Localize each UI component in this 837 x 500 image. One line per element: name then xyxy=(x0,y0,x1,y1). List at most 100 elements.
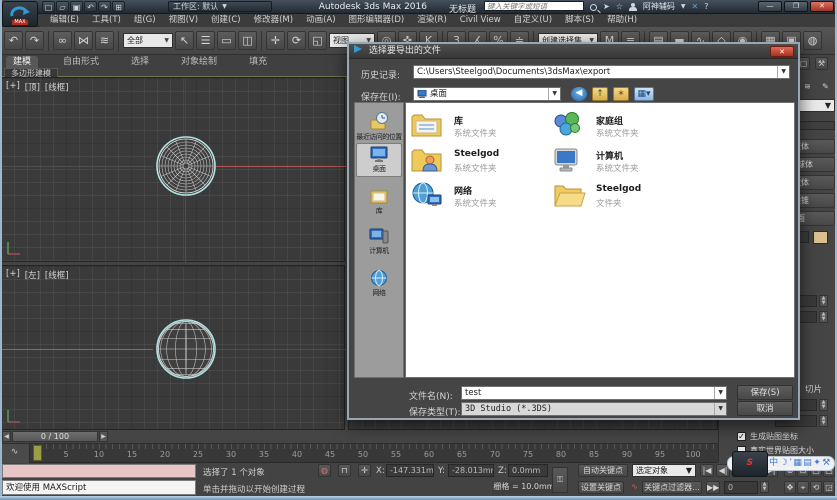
create-new-folder-icon[interactable]: ✶ xyxy=(613,87,629,101)
place-network[interactable]: 网络 xyxy=(356,269,402,298)
project-folder-icon[interactable]: ⊞ xyxy=(112,1,125,12)
ribbon-tab[interactable]: 填充 xyxy=(242,56,274,69)
render-production-icon[interactable]: ◍ xyxy=(803,31,822,50)
viewport-menu-shading[interactable]: [线框] xyxy=(45,269,69,281)
help-icon[interactable]: ? xyxy=(704,2,708,12)
menu-item[interactable]: 工具(T) xyxy=(86,14,127,27)
open-file-icon[interactable]: ▱ xyxy=(56,1,69,12)
viewport-menu-shading[interactable]: [线框] xyxy=(45,81,69,93)
selection-filter-dropdown[interactable]: 全部▼ xyxy=(123,33,173,48)
mini-curve-editor-button[interactable]: ∿ xyxy=(0,444,30,463)
selection-lock-icon[interactable]: ⊓ xyxy=(338,464,351,477)
save-file-icon[interactable]: ▣ xyxy=(70,1,83,12)
generate-mapping-checkbox[interactable]: ✓ 生成贴图坐标 xyxy=(737,431,798,442)
chinese-mode[interactable]: 中 xyxy=(769,457,778,470)
sogou-logo[interactable]: S xyxy=(732,451,768,477)
filetype-dropdown[interactable]: 3D Studio (*.3DS)▼ xyxy=(461,402,727,416)
select-and-rotate-icon[interactable]: ⟳ xyxy=(287,31,306,50)
transport-button[interactable]: |◀ xyxy=(700,464,714,477)
bind-to-space-warp-icon[interactable]: ≋ xyxy=(95,31,114,50)
toolbox-icon[interactable]: ✦ xyxy=(813,457,821,470)
menu-item[interactable]: 视图(V) xyxy=(163,14,204,27)
slice-from-spinner[interactable]: ▲▼ xyxy=(819,399,828,411)
menu-item[interactable]: 修改器(M) xyxy=(248,14,299,27)
minimize-button[interactable]: — xyxy=(758,1,782,12)
keyboard-icon[interactable]: ▦ xyxy=(793,457,802,470)
track-bar-frame-marker[interactable] xyxy=(33,445,42,461)
select-and-move-icon[interactable]: ✛ xyxy=(266,31,285,50)
account-name[interactable]: 阿神辅码 xyxy=(643,2,675,12)
frame-forward-arrow[interactable]: ▶ xyxy=(99,431,108,442)
viewport-top[interactable]: [+] [顶] [线框] xyxy=(0,77,345,262)
back-folder-icon[interactable]: ◀ xyxy=(571,87,587,101)
y-coordinate-field[interactable]: -28.013mm xyxy=(448,464,494,477)
go-to-end-button[interactable]: ▶▶ xyxy=(706,481,720,494)
search-input[interactable] xyxy=(484,1,584,11)
maximize-button[interactable]: ❐ xyxy=(784,1,808,12)
menu-item[interactable]: 图形编辑器(D) xyxy=(343,14,411,27)
z-coordinate-field[interactable]: 0.0mm xyxy=(508,464,548,477)
rectangular-region-icon[interactable]: ▭ xyxy=(217,31,236,50)
file-item-computer[interactable]: 计算机 系统文件夹 xyxy=(552,146,732,178)
window-crossing-icon[interactable]: ◫ xyxy=(238,31,257,50)
maxscript-mini-listener-pink[interactable] xyxy=(2,464,196,478)
menu-item[interactable]: Civil View xyxy=(454,14,507,27)
wrench-icon[interactable]: ⚒ xyxy=(822,457,830,470)
ribbon-panel-polygon-modeling[interactable]: 多边形建模 xyxy=(4,68,58,77)
quote-icon[interactable]: ’ xyxy=(789,457,792,470)
menu-item[interactable]: 渲染(R) xyxy=(411,14,453,27)
save-in-dropdown[interactable]: 桌面▼ xyxy=(413,87,561,101)
history-dropdown[interactable]: C:\Users\Steelgod\Documents\3dsMax\expor… xyxy=(413,65,790,79)
file-item-homegroup[interactable]: 家庭组 系统文件夹 xyxy=(552,111,732,143)
menu-item[interactable]: 创建(C) xyxy=(205,14,247,27)
clipboard-icon[interactable]: ▤ xyxy=(803,457,812,470)
viewport-menu-plus[interactable]: [+] xyxy=(6,269,20,281)
chevron-down-icon[interactable]: ▼ xyxy=(681,2,686,12)
close-button[interactable]: ✕ xyxy=(810,1,834,12)
ribbon-tab[interactable]: 选择 xyxy=(124,56,156,69)
time-slider-thumb[interactable]: 0 / 100 xyxy=(12,431,98,442)
viewport-left[interactable]: [+] [左] [线框] xyxy=(0,265,345,430)
primitive-category-dropdown[interactable]: ▼ xyxy=(799,99,835,112)
undo-scene-icon[interactable]: ↶ xyxy=(84,1,97,12)
menu-item[interactable]: 组(G) xyxy=(128,14,162,27)
account-person-icon[interactable] xyxy=(629,3,637,11)
key-filters-button[interactable]: 关键点过滤器... xyxy=(642,481,702,494)
filename-input[interactable]: test▼ xyxy=(461,386,727,400)
frame-spinner[interactable]: ▲▼ xyxy=(760,481,769,493)
place-desktop[interactable]: 桌面 xyxy=(356,143,402,177)
select-and-scale-icon[interactable]: ◱ xyxy=(308,31,327,50)
viewport-nav-icon[interactable]: ◲ xyxy=(823,481,835,494)
file-item-steelgod-folder[interactable]: Steelgod 文件夹 xyxy=(552,181,732,213)
up-one-level-icon[interactable]: ↑ xyxy=(592,87,608,101)
menu-item[interactable]: 脚本(S) xyxy=(559,14,600,27)
menu-item[interactable]: 编辑(E) xyxy=(44,14,85,27)
view-menu-icon[interactable]: ▦▾ xyxy=(634,87,654,101)
dialog-close-button[interactable]: ✕ xyxy=(770,46,794,57)
unlink-selection-icon[interactable]: ⋈ xyxy=(74,31,93,50)
viewport-nav-icon[interactable]: ⟲ xyxy=(810,481,822,494)
track-bar[interactable]: ∿ 51015202530354045505560657075808590951… xyxy=(0,444,718,463)
menu-item[interactable]: 自定义(U) xyxy=(508,14,558,27)
viewport-menu-view[interactable]: [顶] xyxy=(25,81,40,93)
moon-icon[interactable]: ☽ xyxy=(780,457,788,470)
new-scene-icon[interactable]: □ xyxy=(42,1,55,12)
favorites-star-icon[interactable]: ☆ xyxy=(616,2,623,12)
menu-item[interactable]: 帮助(H) xyxy=(601,14,643,27)
dialog-title-bar[interactable]: 选择要导出的文件 ✕ xyxy=(349,44,798,59)
workspace-dropdown[interactable]: 工作区: 默认 ▼ xyxy=(168,1,272,12)
a360-icon[interactable]: ✕ xyxy=(692,2,699,12)
selection-set-dropdown[interactable]: 选定对象▼ xyxy=(632,464,696,477)
search-icon[interactable] xyxy=(590,4,597,11)
sign-in-arrow-icon[interactable]: ➤ xyxy=(603,2,610,12)
absolute-offset-toggle-icon[interactable]: ✛ xyxy=(358,464,371,477)
viewport-nav-icon[interactable]: ⌖ xyxy=(797,481,809,494)
place-recent[interactable]: 最近访问的位置 xyxy=(356,111,402,142)
menu-item[interactable]: 动画(A) xyxy=(300,14,341,27)
object-color-swatch[interactable] xyxy=(813,231,828,244)
select-by-name-icon[interactable]: ☰ xyxy=(196,31,215,50)
sphere-object-top-view[interactable] xyxy=(154,134,218,198)
select-and-link-icon[interactable]: ∞ xyxy=(53,31,72,50)
redo-icon[interactable]: ↷ xyxy=(25,31,44,50)
viewport-nav-icon[interactable]: ✥ xyxy=(784,481,796,494)
